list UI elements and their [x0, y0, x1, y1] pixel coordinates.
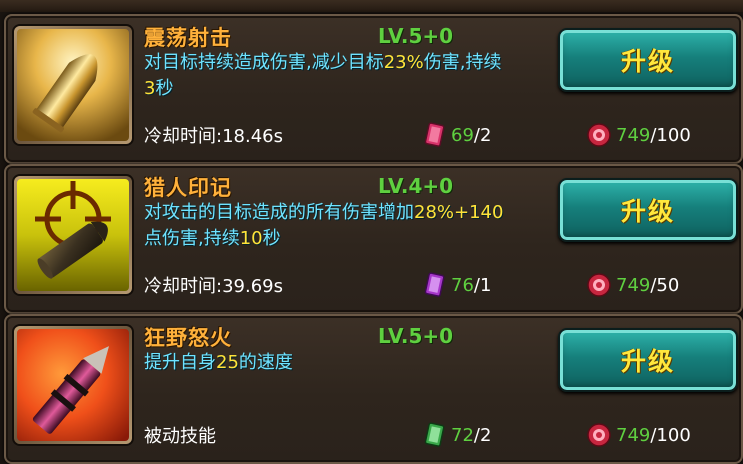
- skill-card-2: 猎人印记 LV.4+0 对攻击的目标造成的所有伤害增加28%+140 点伤害,持续…: [4, 164, 743, 314]
- book-cost: 76/1: [421, 272, 491, 298]
- gem-cost: 749/50: [586, 272, 679, 298]
- gem-icon: [587, 123, 611, 147]
- skill-card-1: 震荡射击 LV.5+0 对目标持续造成伤害,减少目标23%伤害,持续 3秒 冷却时…: [4, 14, 743, 164]
- upgrade-button[interactable]: 升级: [558, 328, 738, 392]
- gem-icon: [587, 423, 611, 447]
- skill-cooldown: 冷却时间:18.46s: [144, 126, 283, 147]
- skill-level: LV.4+0: [378, 174, 454, 198]
- gem-need: /50: [650, 274, 680, 296]
- book-need: /2: [473, 424, 492, 446]
- firework-rocket-icon: [17, 329, 129, 441]
- gem-need: /100: [650, 424, 691, 446]
- book-need: /1: [473, 274, 492, 296]
- skill-icon-frame: [14, 326, 132, 444]
- upgrade-button[interactable]: 升级: [558, 178, 738, 242]
- skill-cooldown: 被动技能: [144, 426, 216, 447]
- skill-book-icon: [424, 422, 445, 447]
- skill-name: 猎人印记: [144, 176, 232, 200]
- skill-level: LV.5+0: [378, 324, 454, 348]
- gem-need: /100: [650, 124, 691, 146]
- gem-have: 749: [616, 424, 651, 446]
- skill-icon-frame: [14, 176, 132, 294]
- skill-name: 狂野怒火: [144, 326, 232, 350]
- book-have: 76: [451, 274, 474, 296]
- book-cost: 69/2: [421, 122, 491, 148]
- gem-cost: 749/100: [586, 422, 691, 448]
- skill-level: LV.5+0: [378, 24, 454, 48]
- bullet-icon: [17, 29, 129, 141]
- skill-book-icon: [424, 272, 445, 297]
- book-have: 72: [451, 424, 474, 446]
- book-need: /2: [473, 124, 492, 146]
- crosshair-bullet-icon: [17, 179, 129, 291]
- skill-icon-frame: [14, 26, 132, 144]
- book-have: 69: [451, 124, 474, 146]
- top-edge: [0, 0, 743, 12]
- skill-book-icon: [424, 122, 445, 147]
- skill-description: 提升自身25的速度: [144, 352, 293, 373]
- gem-icon: [587, 273, 611, 297]
- gem-have: 749: [616, 124, 651, 146]
- book-cost: 72/2: [421, 422, 491, 448]
- skill-name: 震荡射击: [144, 26, 232, 50]
- gem-cost: 749/100: [586, 122, 691, 148]
- skill-cooldown: 冷却时间:39.69s: [144, 276, 283, 297]
- skill-description: 对攻击的目标造成的所有伤害增加28%+140 点伤害,持续10秒: [144, 202, 504, 249]
- gem-have: 749: [616, 274, 651, 296]
- skill-card-3: 狂野怒火 LV.5+0 提升自身25的速度 被动技能 72/2 749/100 …: [4, 314, 743, 464]
- skill-description: 对目标持续造成伤害,减少目标23%伤害,持续 3秒: [144, 52, 502, 99]
- upgrade-button[interactable]: 升级: [558, 28, 738, 92]
